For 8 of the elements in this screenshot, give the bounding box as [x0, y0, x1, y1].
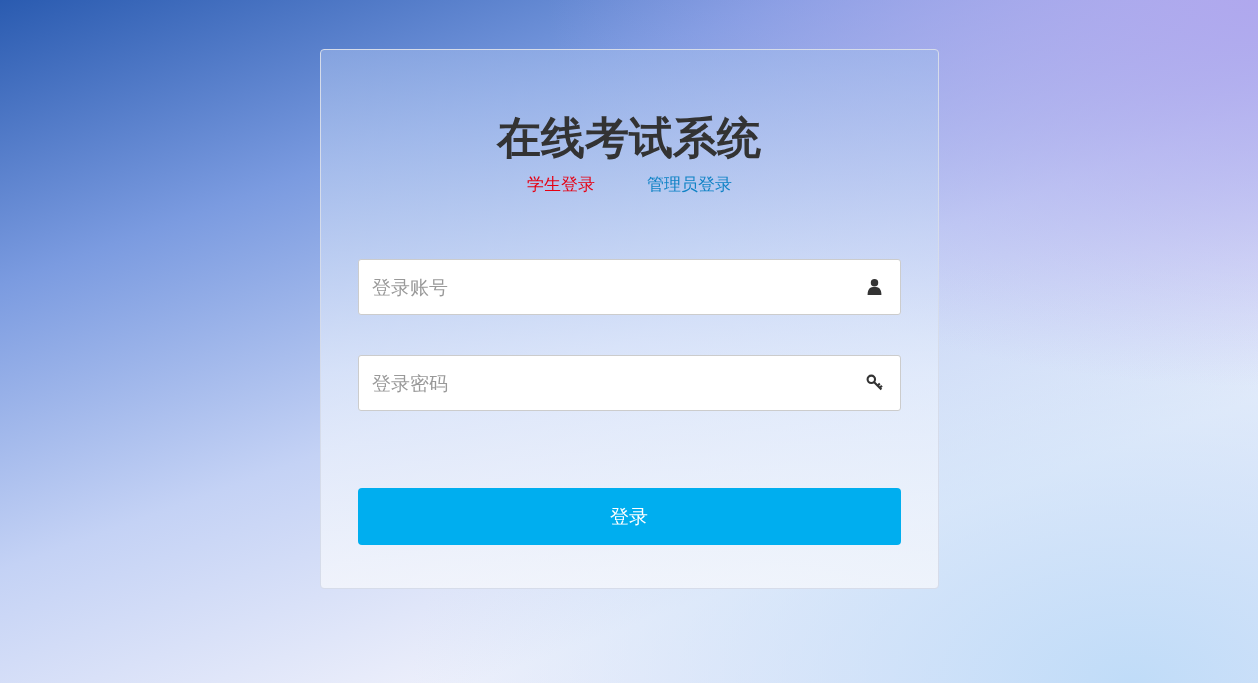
input-field[interactable]: 登录密码 [357, 355, 901, 411]
user-icon [865, 278, 883, 295]
login-tab[interactable]: 学生登录 [526, 172, 595, 196]
input-field[interactable]: 登录账号 [357, 259, 901, 315]
login-button[interactable]: 登录 [357, 488, 901, 545]
key-icon [865, 374, 883, 391]
app-title: 在线考试系统 [497, 111, 761, 165]
login-tab[interactable]: 管理员登录 [646, 172, 732, 196]
